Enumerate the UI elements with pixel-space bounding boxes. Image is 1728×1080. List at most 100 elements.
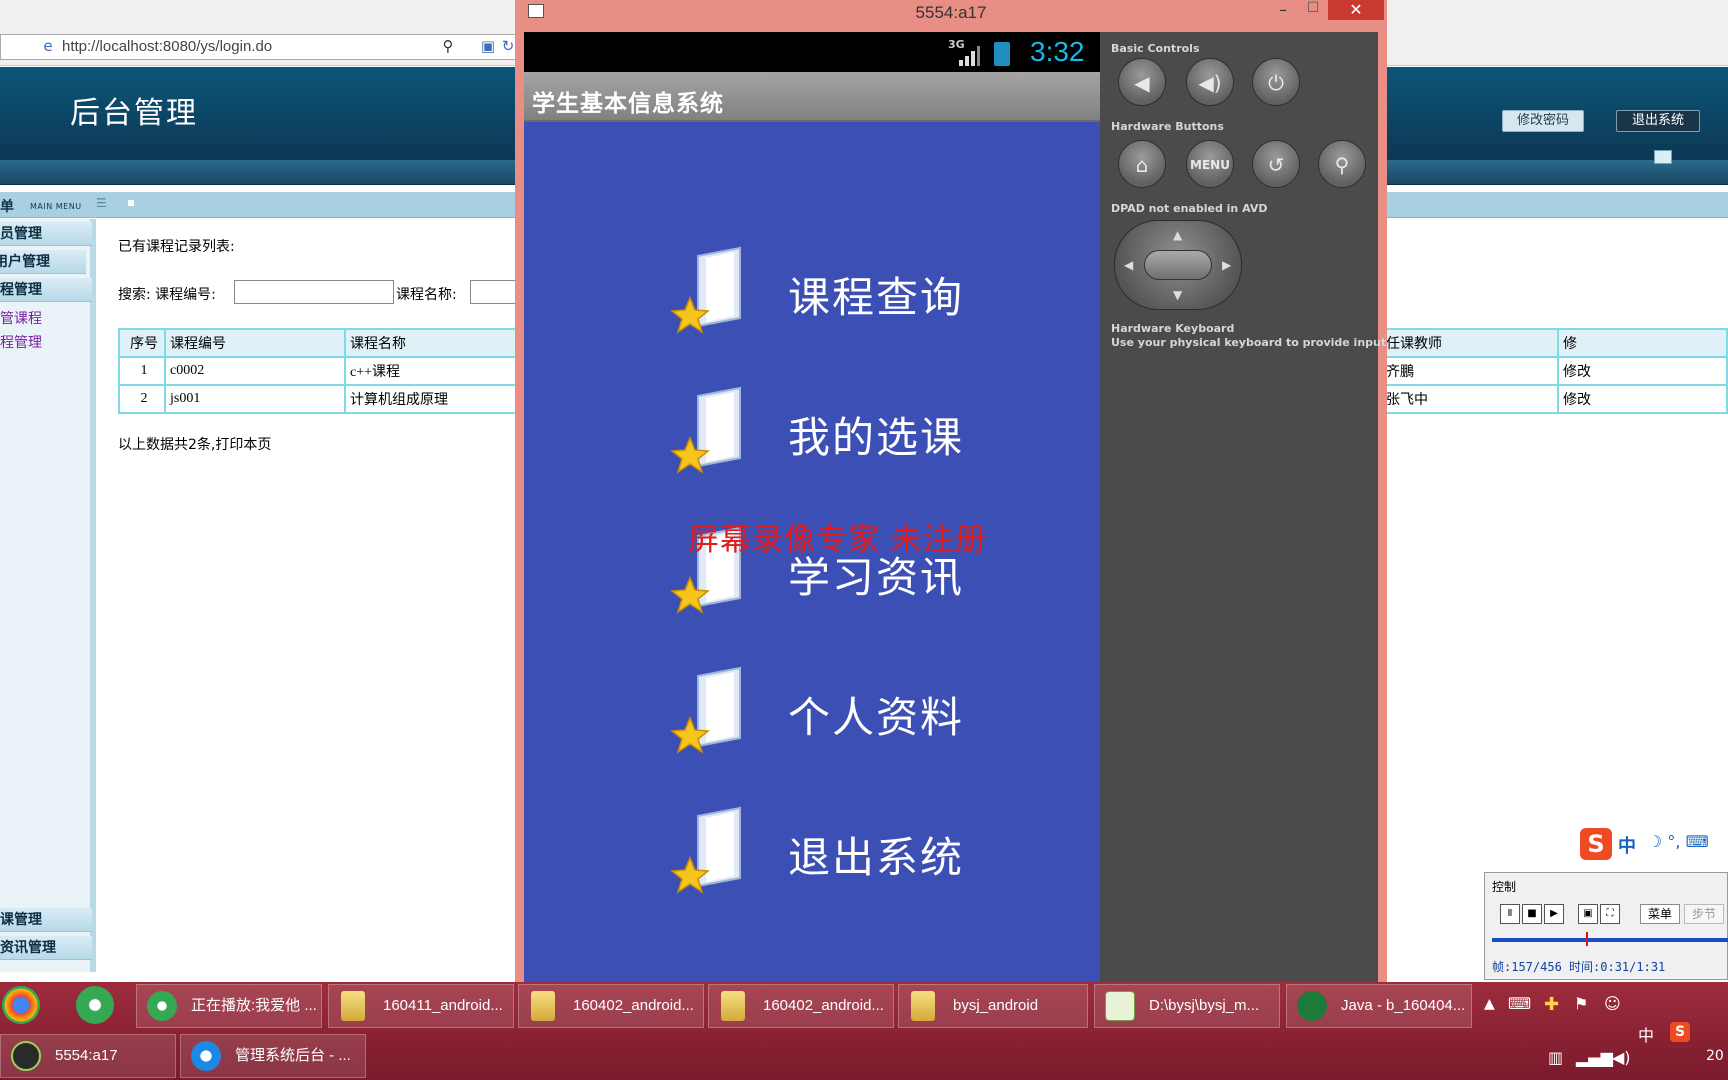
tray-device-icon[interactable]: ⌨ <box>1508 994 1531 1013</box>
taskbar-item-emulator[interactable]: 5554:a17 <box>0 1034 176 1078</box>
chrome-icon[interactable] <box>2 986 40 1024</box>
ime-logo-icon[interactable]: S <box>1580 828 1612 860</box>
tray-network-icon[interactable]: ▥ <box>1548 1048 1563 1067</box>
maximize-button[interactable]: ☐ <box>1298 0 1328 20</box>
tray-signal-icon[interactable]: ▂▄▆ <box>1576 1048 1613 1067</box>
tray-flag-icon[interactable]: ⚑ <box>1574 994 1588 1013</box>
tray-qq-icon[interactable]: ☺ <box>1604 994 1621 1013</box>
keyboard-hint: Use your physical keyboard to provide in… <box>1111 336 1387 349</box>
list-icon[interactable]: ☰ <box>96 196 107 210</box>
back-button[interactable]: ↺ <box>1252 140 1300 188</box>
volume-up-button[interactable]: ◀) <box>1186 58 1234 106</box>
tray-ime-icon[interactable]: S <box>1670 1022 1690 1042</box>
ime-language[interactable]: 中 <box>1618 832 1636 858</box>
content-title: 已有课程记录列表: <box>118 239 235 255</box>
status-clock: 3:32 <box>1030 36 1085 67</box>
recorder-next-button[interactable]: ▶ <box>1544 904 1564 924</box>
course-name-label: 课程名称: <box>396 287 457 303</box>
menu-item-exit[interactable]: 退出系统 <box>660 806 1000 896</box>
table-header-row: 任课教师 修 <box>1380 328 1728 358</box>
taskbar-item-java[interactable]: Java - b_160404... <box>1286 984 1472 1028</box>
dpad-left-icon[interactable]: ◀ <box>1124 258 1133 272</box>
table-cell: 齐鵬 <box>1380 356 1559 386</box>
table-cell: 2 <box>118 384 166 414</box>
course-name-input[interactable] <box>470 280 520 304</box>
sidebar-link-2[interactable]: 程管理 <box>0 332 42 352</box>
recorder-fullscreen-button[interactable]: ⛶ <box>1600 904 1620 924</box>
player-pinned-icon[interactable] <box>76 986 114 1024</box>
tray-volume-icon[interactable]: ◀) <box>1612 1048 1631 1067</box>
taskbar-item-folder-4[interactable]: bysj_android <box>898 984 1088 1028</box>
change-password-button[interactable]: 修改密码 <box>1502 110 1584 132</box>
taskbar-item-ie[interactable]: 管理系统后台 - ... <box>180 1034 366 1078</box>
dpad-center-button[interactable] <box>1144 250 1212 280</box>
recorder-pause-button[interactable]: Ⅱ <box>1500 904 1520 924</box>
course-code-input[interactable] <box>234 280 394 304</box>
edit-link[interactable]: 修改 <box>1556 384 1728 414</box>
taskbar-item-player[interactable]: 正在播放:我爱他 ... <box>136 984 322 1028</box>
search-button[interactable]: ⚲ <box>1318 140 1366 188</box>
notepad-icon <box>1105 991 1135 1021</box>
sidebar-group-1[interactable]: 员管理 <box>0 222 92 246</box>
recorder-menu-button[interactable]: 菜单 <box>1640 904 1680 924</box>
compat-icon[interactable]: ▣ <box>478 36 498 56</box>
table-row: 1 c0002 c++课程 <box>118 356 522 386</box>
logout-button[interactable]: 退出系统 <box>1616 110 1700 132</box>
tray-clock[interactable]: 20 <box>1706 1048 1724 1064</box>
sidebar-group-2[interactable]: 用户管理 <box>0 250 86 274</box>
footer-note[interactable]: 以上数据共2条,打印本页 <box>118 434 271 454</box>
edit-link[interactable]: 修改 <box>1556 356 1728 386</box>
tray-expand-icon[interactable]: ▲ <box>1484 996 1495 1012</box>
table-header-cell: 课程编号 <box>164 328 346 358</box>
taskbar-item-label: 160402_android... <box>763 997 884 1014</box>
menu-item-label: 退出系统 <box>788 833 965 882</box>
menu-item-course-query[interactable]: 课程查询 <box>660 246 1000 336</box>
power-button[interactable]: ⏻ <box>1252 58 1300 106</box>
close-button[interactable]: ✕ <box>1328 0 1384 20</box>
table-cell: 1 <box>118 356 166 386</box>
tray-sync-icon[interactable]: ✚ <box>1544 994 1559 1015</box>
sidebar-group-label: 员管理 <box>0 226 42 242</box>
sidebar-link-1[interactable]: 管课程 <box>0 308 42 328</box>
taskbar-item-label: Java - b_160404... <box>1341 997 1466 1014</box>
recorder-title: 控制 <box>1492 880 1517 894</box>
table-cell: c++课程 <box>344 356 522 386</box>
signal-icon <box>959 46 980 66</box>
taskbar-item-folder-2[interactable]: 160402_android... <box>518 984 704 1028</box>
dpad-right-icon[interactable]: ▶ <box>1222 258 1231 272</box>
menu-bullet <box>128 200 134 206</box>
taskbar-item-folder-3[interactable]: 160402_android... <box>708 984 894 1028</box>
address-url[interactable]: http://localhost:8080/ys/login.do <box>62 38 272 55</box>
minimize-button[interactable]: – <box>1268 0 1298 20</box>
tray-language[interactable]: 中 <box>1638 1022 1654 1046</box>
sidebar-group-label: 资讯管理 <box>0 940 56 956</box>
menu-item-profile[interactable]: 个人资料 <box>660 666 1000 756</box>
dpad-up-icon[interactable]: ▲ <box>1173 228 1182 242</box>
recorder-info: 帧:157/456 时间:0:31/1:31 <box>1492 960 1666 974</box>
sidebar-group-3[interactable]: 程管理 <box>0 278 92 302</box>
recorder-watermark: 屏幕录像专家 未注册 <box>688 522 987 558</box>
emulator-title: 5554:a17 <box>915 3 987 22</box>
recorder-step-button[interactable]: 步节 <box>1684 904 1724 924</box>
taskbar-item-label: bysj_android <box>953 997 1039 1014</box>
java-ide-icon <box>1297 991 1327 1021</box>
search-icon[interactable]: ⚲ <box>438 36 458 56</box>
ime-toolbar-icons[interactable]: ☽ °, ⌨ <box>1648 832 1709 851</box>
recorder-fit-button[interactable]: ▣ <box>1578 904 1598 924</box>
sidebar-group-4[interactable]: 课管理 <box>0 908 92 932</box>
basic-controls-heading: Basic Controls <box>1111 42 1200 55</box>
recorder-stop-button[interactable]: ■ <box>1522 904 1542 924</box>
menu-item-label: 我的选课 <box>788 413 965 462</box>
menu-item-label: 课程查询 <box>788 273 965 322</box>
dpad-down-icon[interactable]: ▼ <box>1173 288 1182 302</box>
sidebar-group-label: 课管理 <box>0 912 42 928</box>
taskbar-item-editor[interactable]: D:\bysj\bysj_m... <box>1094 984 1280 1028</box>
home-button[interactable]: ⌂ <box>1118 140 1166 188</box>
recorder-progress-track[interactable] <box>1492 938 1728 942</box>
menu-button[interactable]: MENU <box>1186 140 1234 188</box>
sidebar-group-5[interactable]: 资讯管理 <box>0 936 92 960</box>
recorder-progress-marker[interactable] <box>1586 932 1588 946</box>
taskbar-item-folder-1[interactable]: 160411_android... <box>328 984 514 1028</box>
menu-item-my-courses[interactable]: 我的选课 <box>660 386 1000 476</box>
volume-down-button[interactable]: ◀ <box>1118 58 1166 106</box>
